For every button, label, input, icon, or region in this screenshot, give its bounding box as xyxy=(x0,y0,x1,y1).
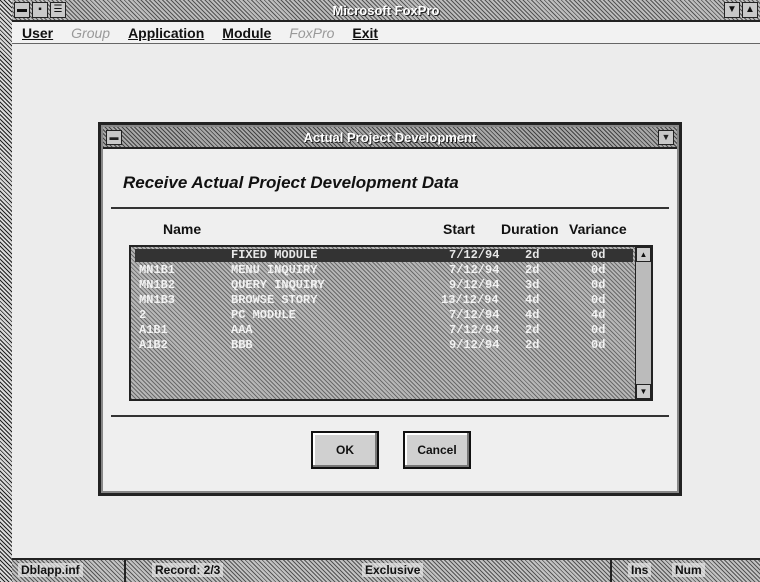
column-header-name: Name xyxy=(163,221,202,237)
dialog-heading: Receive Actual Project Development Data xyxy=(123,173,459,192)
list-item[interactable]: MN1B3 BROWSE STORY 13/12/94 4d 0d xyxy=(135,294,633,307)
list-item[interactable]: A1B1 AAA 7/12/94 2d 0d xyxy=(135,324,633,337)
menu-user[interactable]: User xyxy=(22,25,53,41)
status-separator xyxy=(610,560,612,582)
list-item[interactable]: MN1B2 QUERY INQUIRY 9/12/94 3d 0d xyxy=(135,279,633,292)
window-title: Microsoft FoxPro xyxy=(332,3,440,18)
list-item[interactable]: 2 PC MODULE 7/12/94 4d 4d xyxy=(135,309,633,322)
minimize-icon[interactable]: ▼ xyxy=(724,2,740,18)
column-header-start: Start xyxy=(443,221,475,237)
status-record: Record: 2/3 xyxy=(152,563,224,577)
list-item[interactable]: MN1B1 MENU INQUIRY 7/12/94 2d 0d xyxy=(135,264,633,277)
status-bar: Dblapp.inf Record: 2/3 Exclusive Ins Num xyxy=(12,558,760,582)
heading-divider xyxy=(111,207,669,209)
status-separator xyxy=(124,560,126,582)
cancel-button[interactable]: Cancel xyxy=(403,431,471,469)
menu-foxpro[interactable]: FoxPro xyxy=(289,25,334,41)
list-item[interactable]: FIXED MODULE 7/12/94 2d 0d xyxy=(135,249,633,262)
menu-exit[interactable]: Exit xyxy=(352,25,378,41)
desktop-edge xyxy=(0,0,12,582)
list-scrollbar[interactable]: ▲ ▼ xyxy=(635,247,651,399)
project-list[interactable]: FIXED MODULE 7/12/94 2d 0d MN1B1 MENU IN… xyxy=(129,245,653,401)
column-header-variance: Variance xyxy=(569,221,627,237)
dialog-titlebar: ▬ Actual Project Development ▼ xyxy=(103,127,677,149)
column-header-duration: Duration xyxy=(501,221,559,237)
scroll-up-icon[interactable]: ▲ xyxy=(636,247,651,262)
status-ins: Ins xyxy=(628,563,652,577)
dialog-title: Actual Project Development xyxy=(303,130,477,145)
menu-application[interactable]: Application xyxy=(128,25,204,41)
menu-module[interactable]: Module xyxy=(222,25,271,41)
scroll-down-icon[interactable]: ▼ xyxy=(636,384,651,399)
dialog-close-icon[interactable]: ▼ xyxy=(658,130,674,145)
ok-button[interactable]: OK xyxy=(311,431,379,469)
status-file: Dblapp.inf xyxy=(18,563,83,577)
list-item[interactable]: A1B2 BBB 9/12/94 2d 0d xyxy=(135,339,633,352)
project-development-dialog: ▬ Actual Project Development ▼ Receive A… xyxy=(98,122,682,496)
menu-bar: User Group Application Module FoxPro Exi… xyxy=(12,22,760,44)
menu-group[interactable]: Group xyxy=(71,25,110,41)
list-divider xyxy=(111,415,669,417)
maximize-icon[interactable]: ▲ xyxy=(742,2,758,18)
status-mode: Exclusive xyxy=(362,563,424,577)
window-titlebar: ▬ ▪ ☰ Microsoft FoxPro ▼ ▲ xyxy=(12,0,760,22)
status-num: Num xyxy=(672,563,705,577)
